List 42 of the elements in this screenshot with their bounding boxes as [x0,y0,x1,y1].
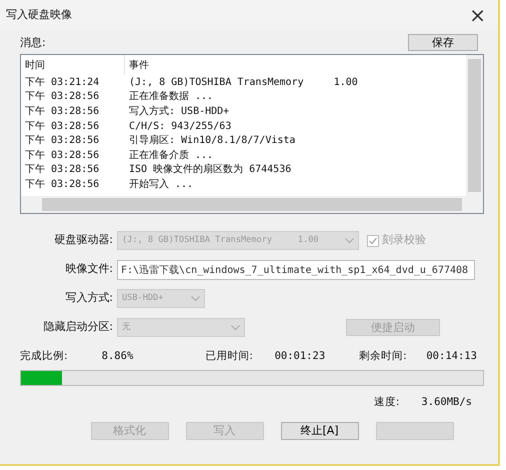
check-icon [368,236,378,246]
event-cell-text: 开始写入 ... [128,178,194,192]
event-cell-text: 正在准备介质 ... [128,148,214,163]
save-button[interactable]: 保存 [408,34,478,51]
time-cell-text: 下午 03:21:24 [25,76,100,90]
time-cell-text: 下午 03:28:56 [25,178,100,192]
vertical-scrollbar[interactable] [466,55,483,196]
time-cell-text: 下午 03:28:56 [25,90,100,104]
stat-label: 剩余时间: [359,349,408,364]
field-label: 写入方式: [64,290,114,306]
dialog-button[interactable]: 终止[A] [280,422,358,440]
column-header[interactable]: 时间 [25,55,125,75]
time-cell-text: 下午 03:28:56 [25,148,100,163]
speed-value: 3.60MB/s [421,395,472,410]
stat-label: 已用时间: [205,349,254,364]
stat-value: 8.86% [102,349,134,364]
stat-value: 00:01:23 [274,349,326,364]
column-header[interactable]: 事件 [125,58,149,72]
caret-icon [345,238,354,244]
event-cell-text: C/H/S: 943/255/63 [128,120,232,134]
event-cell-text: ISO 映像文件的扇区数为 6744536 [128,162,292,178]
stat-value: 00:14:13 [426,349,478,364]
time-cell-text: 下午 03:28:56 [25,104,100,119]
event-cell-text: 正在准备数据 ... [128,90,214,104]
input-field[interactable]: F:\迅雷下载\cn_windows_7_ultimate_with_sp1_x64_dvd_u_677408 [117,260,475,280]
caret-icon [231,324,240,330]
time-cell-text: 下午 03:28:56 [25,163,100,178]
stat-label: 完成比例: [20,349,69,364]
time-cell-text: 下午 03:28:56 [25,120,100,134]
field-label: 隐藏启动分区: [42,319,114,336]
speed-label: 速度: [374,395,400,410]
caret-icon [191,296,200,302]
event-cell-text: 引导扇区: Win10/8.1/8/7/Vista [128,134,296,148]
close-button[interactable]: × [463,5,492,25]
event-cell-text: 写入方式: USB-HDD+ [128,104,230,119]
field-label: 硬盘驱动器: [53,232,114,248]
field-label: 映像文件: [64,261,114,278]
messages-label: 消息: [20,34,46,50]
window-title: 写入硬盘映像 [6,6,72,23]
event-cell-text: (J:, 8 GB)TOSHIBA TransMemory 1.00 [128,76,358,90]
horizontal-scrollbar[interactable] [21,196,483,213]
time-cell-text: 下午 03:28:56 [25,134,100,148]
